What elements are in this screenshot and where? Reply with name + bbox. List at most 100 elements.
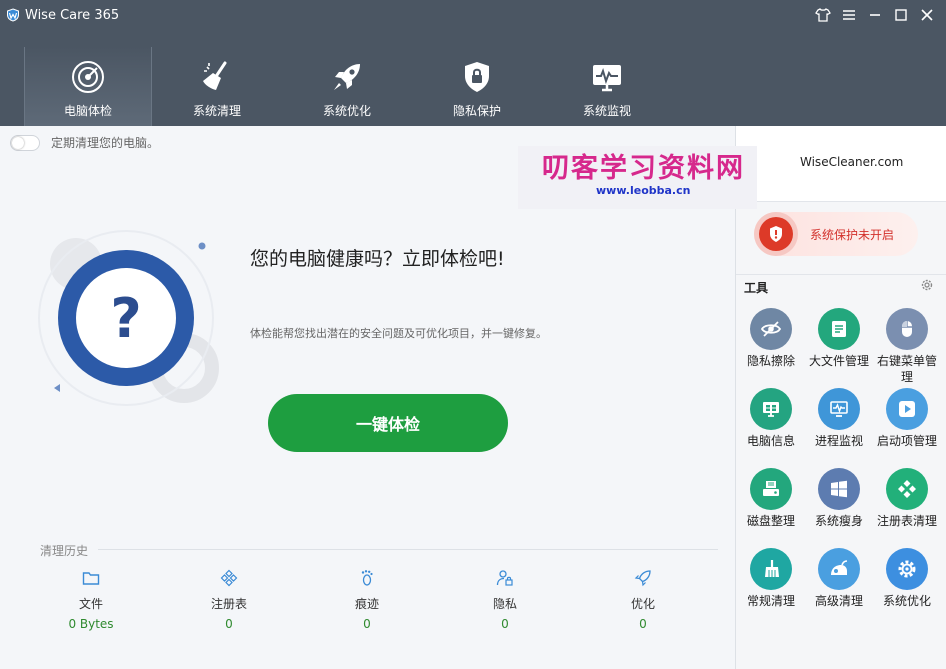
tab-system-optimize[interactable]: 系统优化 [282,47,412,126]
tool-label: 启动项管理 [876,434,937,448]
app-title: Wise Care 365 [25,7,120,23]
play-icon [886,388,928,430]
tool-label: 系统瘦身 [814,514,863,528]
history-divider [98,549,718,550]
tools-grid: 隐私擦除 大文件管理 右键菜单管理 电脑信息 进程监视 启动项管理 磁盘整理 系… [738,308,944,622]
tab-pc-checkup[interactable]: 电脑体检 [24,47,152,126]
shield-lock-icon [465,62,489,92]
hero-description: 体检能帮您找出潜在的安全问题及可优化项目，并一键修复。 [250,327,547,340]
watermark-url: www.leobba.cn [596,184,691,197]
tab-system-clean[interactable]: 系统清理 [152,47,282,126]
shirt-icon [815,8,831,22]
history-title: 清理历史 [40,544,89,558]
tool-label: 电脑信息 [746,434,795,448]
protection-status-button[interactable]: 系统保护未开启 [754,212,918,256]
history-item-traces: 痕迹 0 [298,569,436,631]
top-bar: Wise Care 365 电脑体检 系统清理 系统优化 隐私保护 系统监视 [0,0,946,126]
close-icon [921,9,933,21]
footprint-icon [361,570,373,586]
tool-system-optimize[interactable]: 系统优化 [874,548,940,622]
schedule-toggle[interactable] [10,134,40,151]
minimize-button[interactable] [864,4,886,26]
tool-label: 大文件管理 [808,354,869,368]
mouse-icon [886,308,928,350]
history-list: 文件 0 Bytes 注册表 0 痕迹 0 隐私 0 优化 0 [22,569,712,631]
shield-alert-icon [770,226,782,242]
one-click-checkup-button[interactable]: 一键体检 [268,394,508,452]
tool-system-slimming[interactable]: 系统瘦身 [806,468,872,542]
menu-button[interactable] [838,4,860,26]
registry-icon [220,569,238,587]
tool-startup-manager[interactable]: 启动项管理 [874,388,940,462]
tool-label: 常规清理 [746,594,795,608]
protection-status-text: 系统保护未开启 [810,227,895,242]
history-label: 文件 [78,597,103,611]
main-nav: 电脑体检 系统清理 系统优化 隐私保护 系统监视 [24,47,672,126]
broom-icon [750,548,792,590]
tool-context-menu-manager[interactable]: 右键菜单管理 [874,308,940,384]
windows-icon [818,468,860,510]
history-label: 注册表 [210,597,247,611]
gear-icon [886,548,928,590]
health-question-illustration: ? [38,230,219,406]
history-value: 0 [501,617,509,631]
tools-settings-icon[interactable] [920,278,934,292]
hero-title: 您的电脑健康吗？立即体检吧! [250,248,505,270]
menu-icon [843,10,855,20]
history-value: 0 [363,617,371,631]
user-lock-icon [496,570,513,586]
tab-system-monitor[interactable]: 系统监视 [542,47,672,126]
schedule-label: 定期清理您的电脑。 [51,136,160,150]
rocket-icon [334,64,360,90]
schedule-clean-row: 定期清理您的电脑。 [10,134,159,151]
tab-label: 系统监视 [582,104,631,118]
tool-large-file-manager[interactable]: 大文件管理 [806,308,872,382]
history-label: 优化 [630,597,655,611]
tool-label: 高级清理 [814,594,863,608]
right-sidebar: 叨客学习资料网 www.leobba.cn WiseCleaner.com 系统… [518,126,946,669]
maximize-button[interactable] [890,4,912,26]
tool-regular-clean[interactable]: 常规清理 [738,548,804,622]
tool-pc-info[interactable]: 电脑信息 [738,388,804,462]
monitor-icon [818,388,860,430]
tool-label: 注册表清理 [876,514,937,528]
tool-registry-cleaner[interactable]: 注册表清理 [874,468,940,542]
rocket-icon [634,570,651,587]
svg-text:?: ? [110,287,141,350]
history-item-optimize: 优化 0 [574,569,712,631]
disk-icon [750,468,792,510]
history-label: 痕迹 [354,597,379,611]
eye-off-icon [750,308,792,350]
history-label: 隐私 [492,597,517,611]
folder-icon [82,572,100,585]
tool-process-monitor[interactable]: 进程监视 [806,388,872,462]
tab-label: 电脑体检 [63,104,112,118]
app-logo-icon [7,8,19,22]
tool-privacy-erase[interactable]: 隐私擦除 [738,308,804,382]
file-list-icon [818,308,860,350]
tools-divider [736,274,946,275]
broom-icon [203,61,227,90]
tab-label: 隐私保护 [452,104,501,118]
skin-button[interactable] [812,4,834,26]
tab-privacy-protect[interactable]: 隐私保护 [412,47,542,126]
minimize-icon [870,14,880,16]
tool-label: 右键菜单管理 [876,354,937,384]
tab-label: 系统优化 [322,104,371,118]
radar-icon [72,61,104,93]
tool-label: 系统优化 [882,594,931,608]
history-value: 0 Bytes [68,617,114,631]
maximize-icon [895,9,907,21]
tools-title: 工具 [744,281,769,295]
tool-label: 隐私擦除 [746,354,795,368]
history-item-registry: 注册表 0 [160,569,298,631]
pc-info-icon [750,388,792,430]
wisecleaner-link[interactable]: WiseCleaner.com [800,155,903,169]
tool-disk-defrag[interactable]: 磁盘整理 [738,468,804,542]
close-button[interactable] [916,4,938,26]
sidebar-banner: 叨客学习资料网 www.leobba.cn WiseCleaner.com [518,126,946,209]
tool-label: 进程监视 [814,434,863,448]
watermark-title: 叨客学习资料网 [518,146,757,209]
tool-advanced-clean[interactable]: 高级清理 [806,548,872,622]
vacuum-icon [818,548,860,590]
